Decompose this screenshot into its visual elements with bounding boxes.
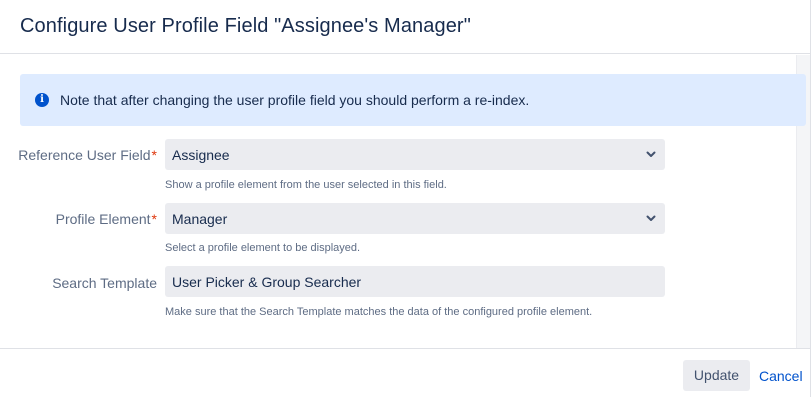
configure-dialog: Configure User Profile Field "Assignee's…: [0, 0, 811, 397]
profile-element-value: Manager: [172, 211, 228, 227]
dialog-footer: Update Cancel: [0, 348, 811, 397]
search-template-select[interactable]: User Picker & Group Searcher: [165, 266, 665, 297]
info-banner: i Note that after changing the user prof…: [20, 74, 806, 126]
profile-element-help: Select a profile element to be displayed…: [165, 242, 361, 254]
info-banner-text: Note that after changing the user profil…: [60, 92, 530, 108]
profile-element-label-text: Profile Element: [55, 211, 151, 227]
search-template-label-text: Search Template: [52, 275, 157, 291]
dialog-title: Configure User Profile Field "Assignee's…: [20, 15, 471, 37]
search-template-value: User Picker & Group Searcher: [172, 274, 362, 290]
dialog-header: Configure User Profile Field "Assignee's…: [0, 0, 811, 54]
cancel-link[interactable]: Cancel: [759, 368, 803, 384]
profile-element-select[interactable]: Manager: [165, 203, 665, 234]
reference-user-field-value: Assignee: [172, 147, 230, 163]
search-template-help: Make sure that the Search Template match…: [165, 306, 593, 318]
info-icon: i: [35, 93, 49, 107]
reference-user-field-help: Show a profile element from the user sel…: [165, 179, 447, 191]
dialog-body: i Note that after changing the user prof…: [0, 55, 811, 348]
search-template-label: Search Template: [0, 275, 157, 291]
chevron-down-icon: [646, 215, 656, 221]
reference-user-field-label-text: Reference User Field: [18, 147, 151, 163]
chevron-down-icon: [646, 151, 656, 157]
required-marker: *: [151, 147, 157, 163]
reference-user-field-label: Reference User Field*: [0, 147, 157, 163]
update-button[interactable]: Update: [683, 360, 750, 391]
profile-element-label: Profile Element*: [0, 211, 157, 227]
required-marker: *: [151, 211, 157, 227]
reference-user-field-select[interactable]: Assignee: [165, 139, 665, 170]
